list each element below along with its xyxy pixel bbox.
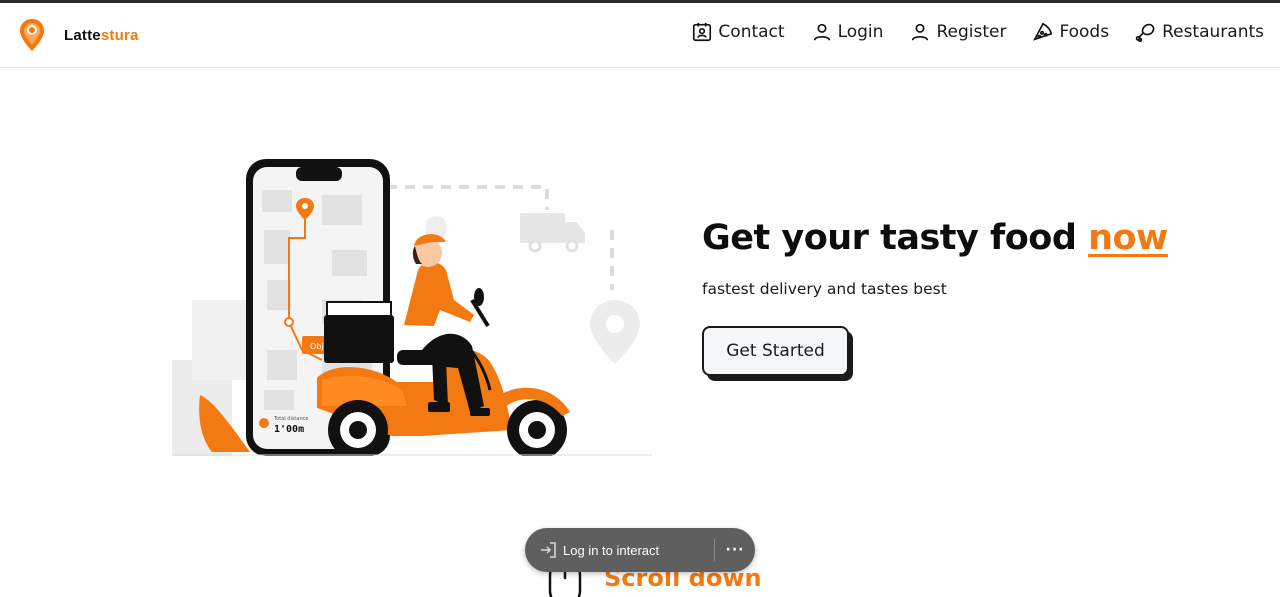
login-overlay-pill[interactable]: Log in to interact ··· <box>525 528 755 572</box>
hero-title: Get your tasty food now <box>702 218 1168 258</box>
nav-register[interactable]: Register <box>909 21 1006 43</box>
nav-contact-label: Contact <box>718 22 785 42</box>
nav-restaurants[interactable]: Restaurants <box>1135 21 1264 43</box>
contact-badge-icon <box>693 22 712 42</box>
brand-name-part1: Latte <box>64 26 101 44</box>
pizza-slice-icon <box>1033 22 1053 41</box>
login-overlay-separator <box>714 539 715 561</box>
meat-icon <box>1135 23 1155 42</box>
hero-subtitle: fastest delivery and tastes best <box>702 280 947 298</box>
nav-contact[interactable]: Contact <box>691 21 785 43</box>
main-nav: Contact Login Register Foods Restaurants <box>665 21 1264 43</box>
phone-map-label: Obj <box>310 342 324 351</box>
location-pin-logo-icon <box>20 19 44 51</box>
get-started-button[interactable]: Get Started <box>702 326 849 376</box>
truck-icon <box>520 213 585 253</box>
brand-name: Lattestura <box>64 27 139 44</box>
delivery-scooter-illustration: Obj Total distance 1'00m <box>172 159 652 456</box>
nav-login[interactable]: Login <box>811 21 884 43</box>
hero-title-main: Get your tasty food <box>702 218 1089 258</box>
hero-title-accent: now <box>1088 218 1168 258</box>
get-started-button-wrap: Get Started <box>702 326 854 382</box>
login-overlay-text[interactable]: Log in to interact <box>563 543 659 558</box>
nav-login-label: Login <box>837 22 884 42</box>
distance-caption: Total distance <box>273 416 308 422</box>
nav-register-label: Register <box>936 22 1007 42</box>
sign-in-icon <box>541 542 556 558</box>
brand-name-part2: stura <box>100 26 139 44</box>
nav-restaurants-label: Restaurants <box>1162 22 1264 42</box>
nav-foods[interactable]: Foods <box>1032 21 1109 43</box>
distance-value: 1'00m <box>274 424 304 435</box>
more-options-icon[interactable]: ··· <box>723 538 747 562</box>
user-plus-icon <box>912 23 929 41</box>
site-header: Lattestura Contact Login Register Foods … <box>0 3 1280 68</box>
nav-foods-label: Foods <box>1059 22 1110 42</box>
brand[interactable]: Lattestura <box>18 17 139 53</box>
user-icon <box>813 23 830 41</box>
